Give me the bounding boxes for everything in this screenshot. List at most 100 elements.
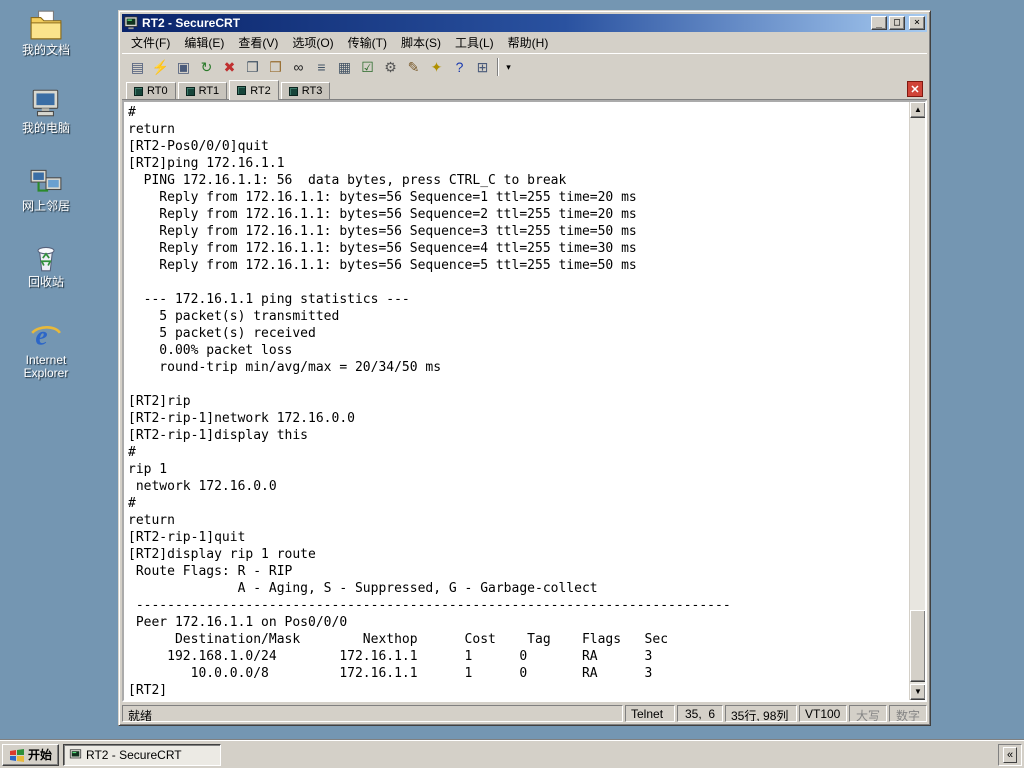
close-tab-button[interactable]: ✕ <box>907 81 923 97</box>
terminal-line: Route Flags: R - RIP <box>128 564 293 579</box>
terminal-line: [RT2-rip-1]display this <box>128 428 309 443</box>
terminal-line: Reply from 172.16.1.1: bytes=56 Sequence… <box>128 190 637 205</box>
copy-button[interactable]: ❐ <box>241 55 264 78</box>
terminal-line: [RT2] <box>128 683 168 698</box>
paste-button[interactable]: ❒ <box>264 55 287 78</box>
menu-file[interactable]: 文件(F) <box>124 32 177 53</box>
desktop-icon-label: 我的电脑 <box>21 121 70 135</box>
global-options-icon: ⚙ <box>384 58 397 75</box>
start-label: 开始 <box>28 748 53 762</box>
network-places-icon <box>30 169 62 192</box>
chevron-left-icon: « <box>1006 748 1014 761</box>
svg-text:e: e <box>35 320 47 351</box>
maximize-button[interactable]: □ <box>889 16 905 30</box>
desktop-icon-my-computer[interactable]: 我的电脑 <box>8 86 84 135</box>
menu-help[interactable]: 帮助(H) <box>501 32 556 53</box>
copy-icon: ❐ <box>246 58 259 75</box>
print-button[interactable]: ≡ <box>310 55 333 78</box>
terminal-line: [RT2]rip <box>128 394 191 409</box>
desktop: 我的文档 我的电脑 网上邻居 回收站 e Internet Explorer R… <box>0 0 1024 768</box>
help-button[interactable]: ? <box>448 55 471 78</box>
desktop-icon-my-documents[interactable]: 我的文档 <box>8 8 84 57</box>
tab-label: RT1 <box>198 85 220 97</box>
status-protocol: Telnet <box>625 704 675 722</box>
securecrt-task-icon <box>69 748 82 758</box>
title-bar[interactable]: RT2 - SecureCRT _ □ × <box>122 14 927 32</box>
desktop-icon-internet-explorer[interactable]: e Internet Explorer <box>8 318 84 380</box>
terminal-line: network 172.16.0.0 <box>128 479 277 494</box>
find-button[interactable]: ∞ <box>287 55 310 78</box>
desktop-icon-network-places[interactable]: 网上邻居 <box>8 164 84 213</box>
keymap-button[interactable]: ✦ <box>425 55 448 78</box>
disconnect-icon: ✖ <box>223 58 236 75</box>
connect-in-tab-icon: ▣ <box>176 58 191 75</box>
menu-script[interactable]: 脚本(S) <box>394 32 448 53</box>
scroll-down-button[interactable]: ▼ <box>910 684 925 700</box>
quick-connect-button[interactable]: ⚡ <box>149 55 172 78</box>
reconnect-button[interactable]: ↻ <box>195 55 218 78</box>
desktop-icon-label: 回收站 <box>27 275 64 289</box>
global-options-button[interactable]: ⚙ <box>379 55 402 78</box>
my-computer-icon <box>32 89 59 117</box>
keymap-icon: ✦ <box>430 58 443 75</box>
window-title: RT2 - SecureCRT <box>142 16 241 30</box>
menu-tools[interactable]: 工具(L) <box>448 32 501 53</box>
tray-collapse-button[interactable]: « <box>1003 746 1017 763</box>
terminal-line: Peer 172.16.1.1 on Pos0/0/0 <box>128 615 348 630</box>
menu-view[interactable]: 查看(V) <box>231 32 285 53</box>
terminal-output[interactable]: # return [RT2-Pos0/0/0]quit [RT2]ping 172.1… <box>124 102 909 700</box>
recycle-bin-icon <box>37 246 55 272</box>
terminal-line: return <box>128 122 175 137</box>
my-documents-icon <box>30 10 62 40</box>
terminal-line: 5 packet(s) received <box>128 326 316 341</box>
menu-options[interactable]: 选项(O) <box>285 32 340 53</box>
menu-transfer[interactable]: 传输(T) <box>341 32 394 53</box>
task-label: RT2 - SecureCRT <box>86 747 182 762</box>
connect-button[interactable]: ▤ <box>126 55 149 78</box>
minimize-button[interactable]: _ <box>871 16 887 30</box>
disconnect-button[interactable]: ✖ <box>218 55 241 78</box>
toolbar-overflow-button[interactable]: ▾ <box>502 55 515 78</box>
tile-windows-button[interactable]: ⊞ <box>471 55 494 78</box>
terminal-line: Reply from 172.16.1.1: bytes=56 Sequence… <box>128 224 637 239</box>
tab-label: RT2 <box>250 84 271 97</box>
terminal-line: [RT2]display rip 1 route <box>128 547 316 562</box>
script-button[interactable]: ✎ <box>402 55 425 78</box>
windows-logo-icon <box>10 748 24 762</box>
terminal-area[interactable]: # return [RT2-Pos0/0/0]quit [RT2]ping 172.1… <box>122 100 927 702</box>
chevron-down-icon: ▾ <box>506 61 511 72</box>
status-cursor-position: 35, 6 <box>677 704 723 722</box>
connect-in-tab-button[interactable]: ▣ <box>172 55 195 78</box>
terminal-line: rip 1 <box>128 462 168 477</box>
terminal-line: Reply from 172.16.1.1: bytes=56 Sequence… <box>128 258 637 273</box>
tab-bar: RT0 RT1 RT2 RT3 ✕ <box>122 79 927 100</box>
minimize-icon: _ <box>875 17 883 28</box>
terminal-line: 5 packet(s) transmitted <box>128 309 340 324</box>
desktop-icon-recycle-bin[interactable]: 回收站 <box>8 240 84 289</box>
tab-rt3[interactable]: RT3 <box>280 82 331 99</box>
start-button[interactable]: 开始 <box>2 743 60 766</box>
print-icon: ≡ <box>317 58 326 75</box>
task-button-securecrt[interactable]: RT2 - SecureCRT <box>63 743 222 766</box>
maximize-icon: □ <box>893 17 901 28</box>
terminal-line: 192.168.1.0/24 172.16.1.1 1 0 RA 3 <box>128 649 653 664</box>
print-preview-button[interactable]: ▦ <box>333 55 356 78</box>
tab-rt1[interactable]: RT1 <box>177 82 228 99</box>
scroll-up-button[interactable]: ▲ <box>910 102 925 118</box>
connect-icon: ▤ <box>130 58 145 75</box>
terminal-line: Destination/Mask Nexthop Cost Tag Flags … <box>128 632 669 647</box>
close-button[interactable]: × <box>909 16 925 30</box>
status-terminal-size: 35行, 98列 <box>725 704 797 722</box>
session-icon <box>237 86 247 95</box>
session-options-button[interactable]: ☑ <box>356 55 379 78</box>
terminal-line: # <box>128 445 136 460</box>
menu-edit[interactable]: 编辑(E) <box>177 32 231 53</box>
tab-rt0[interactable]: RT0 <box>126 82 176 99</box>
terminal-line: round-trip min/avg/max = 20/34/50 ms <box>128 360 442 375</box>
scrollbar-thumb[interactable] <box>910 610 925 682</box>
terminal-line: return <box>128 513 175 528</box>
session-icon <box>134 86 143 96</box>
tab-rt2[interactable]: RT2 <box>229 80 279 100</box>
vertical-scrollbar[interactable]: ▲ ▼ <box>909 102 925 700</box>
